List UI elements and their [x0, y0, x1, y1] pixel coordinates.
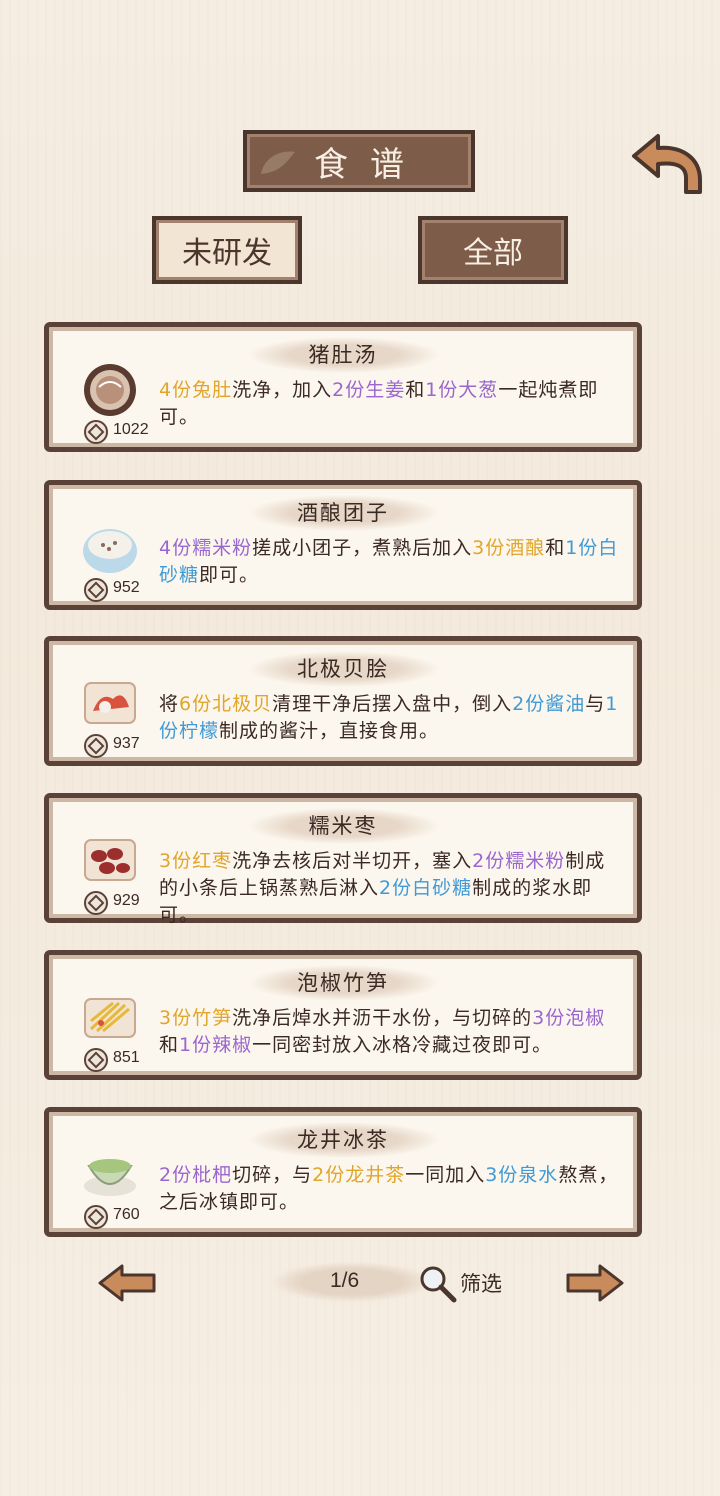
prev-page-arrow-icon[interactable]: [96, 1262, 160, 1304]
page-title-plate: 食谱: [243, 130, 475, 192]
recipe-description: 2份枇杷切碎，与2份龙井茶一同加入3份泉水熬煮，之后冰镇即可。: [159, 1162, 619, 1216]
shellfish-plate-icon: [84, 682, 136, 724]
page-title: 食谱: [314, 144, 426, 185]
bamboo-shoots-icon: [84, 998, 136, 1038]
ingredient-highlight: 2份龙井茶: [312, 1164, 406, 1186]
ingredient-highlight: 2份枇杷: [159, 1164, 233, 1186]
recipe-description: 3份竹笋洗净后焯水并沥干水份，与切碎的3份泡椒和1份辣椒一同密封放入冰格冷藏过夜…: [159, 1005, 619, 1059]
coin-icon: [84, 891, 108, 915]
ingredient-highlight: 3份红枣: [159, 850, 233, 872]
recipe-price: 1022: [113, 421, 149, 438]
description-text: 即可。: [199, 564, 260, 586]
filter-button[interactable]: 筛选: [460, 1268, 502, 1298]
description-text: 和: [545, 537, 566, 559]
description-text: 搓成小团子，煮熟后加入: [252, 537, 473, 559]
ingredient-highlight: 1份辣椒: [179, 1034, 253, 1056]
recipe-description: 4份糯米粉搓成小团子，煮熟后加入3份酒酿和1份白砂糖即可。: [159, 535, 619, 589]
back-arrow-icon[interactable]: [630, 130, 706, 196]
description-text: 和: [405, 379, 426, 401]
recipe-card[interactable]: 酒酿团子 952 4份糯米粉搓成小团子，煮熟后加入3份酒酿和1份白砂糖即可。: [44, 480, 642, 610]
recipe-price: 952: [113, 579, 140, 596]
recipe-card[interactable]: 龙井冰茶 760 2份枇杷切碎，与2份龙井茶一同加入3份泉水熬煮，之后冰镇即可。: [44, 1107, 642, 1237]
rice-bowl-icon: [83, 529, 137, 573]
ingredient-highlight: 3份泡椒: [532, 1007, 606, 1029]
coin-icon: [84, 734, 108, 758]
ingredient-highlight: 2份生姜: [332, 379, 406, 401]
recipe-card[interactable]: 泡椒竹笋 851 3份竹笋洗净后焯水并沥干水份，与切碎的3份泡椒和1份辣椒一同密封放…: [44, 950, 642, 1080]
recipe-description: 将6份北极贝清理干净后摆入盘中，倒入2份酱油与1份柠檬制成的酱汁，直接食用。: [159, 691, 619, 745]
next-page-arrow-icon[interactable]: [562, 1262, 626, 1304]
description-text: 制成的酱汁，直接食用。: [219, 720, 440, 742]
description-text: 和: [159, 1034, 180, 1056]
tab-all-label: 全部: [463, 236, 523, 271]
recipe-card[interactable]: 北极贝脍 937 将6份北极贝清理干净后摆入盘中，倒入2份酱油与1份柠檬制成的酱汁，…: [44, 636, 642, 766]
description-text: 一同加入: [405, 1164, 486, 1186]
recipe-price: 760: [113, 1206, 140, 1223]
tab-all[interactable]: 全部: [418, 216, 568, 284]
ingredient-highlight: 4份糯米粉: [159, 537, 253, 559]
ingredient-highlight: 2份白砂糖: [379, 877, 473, 899]
recipe-description: 4份兔肚洗净，加入2份生姜和1份大葱一起炖煮即可。: [159, 377, 619, 431]
ingredient-highlight: 2份糯米粉: [472, 850, 566, 872]
recipe-card[interactable]: 猪肚汤 1022 4份兔肚洗净，加入2份生姜和1份大葱一起炖煮即可。: [44, 322, 642, 452]
tab-undeveloped[interactable]: 未研发: [152, 216, 302, 284]
description-text: 与: [585, 693, 606, 715]
recipe-description: 3份红枣洗净去核后对半切开，塞入2份糯米粉制成的小条后上锅蒸熟后淋入2份白砂糖制…: [159, 848, 619, 929]
description-text: 将: [159, 693, 180, 715]
tab-undeveloped-label: 未研发: [182, 236, 272, 271]
dates-plate-icon: [84, 839, 136, 881]
ingredient-highlight: 6份北极贝: [179, 693, 273, 715]
coin-icon: [84, 1205, 108, 1229]
coin-icon: [84, 578, 108, 602]
page-indicator: 1/6: [330, 1269, 360, 1292]
ingredient-highlight: 3份泉水: [485, 1164, 559, 1186]
description-text: 切碎，与: [232, 1164, 313, 1186]
description-text: 清理干净后摆入盘中，倒入: [272, 693, 513, 715]
recipe-price: 929: [113, 892, 140, 909]
description-text: 洗净后焯水并沥干水份，与切碎的: [232, 1007, 533, 1029]
coin-icon: [84, 1048, 108, 1072]
tea-cup-icon: [84, 1159, 136, 1196]
description-text: 洗净去核后对半切开，塞入: [232, 850, 473, 872]
ingredient-highlight: 3份竹笋: [159, 1007, 233, 1029]
coin-icon: [84, 420, 108, 444]
ingredient-highlight: 3份酒酿: [472, 537, 546, 559]
ingredient-highlight: 1份大葱: [425, 379, 499, 401]
recipe-card[interactable]: 糯米枣 929 3份红枣洗净去核后对半切开，塞入2份糯米粉制成的小条后上锅蒸熟后淋入…: [44, 793, 642, 926]
description-text: 一同密封放入冰格冷藏过夜即可。: [252, 1034, 553, 1056]
pot-soup-icon: [84, 364, 136, 416]
search-icon[interactable]: [416, 1262, 458, 1304]
leaf-icon: [261, 151, 295, 174]
ingredient-highlight: 4份兔肚: [159, 379, 233, 401]
description-text: 洗净，加入: [232, 379, 333, 401]
ingredient-highlight: 2份酱油: [512, 693, 586, 715]
recipe-price: 851: [113, 1049, 140, 1066]
recipe-price: 937: [113, 735, 140, 752]
